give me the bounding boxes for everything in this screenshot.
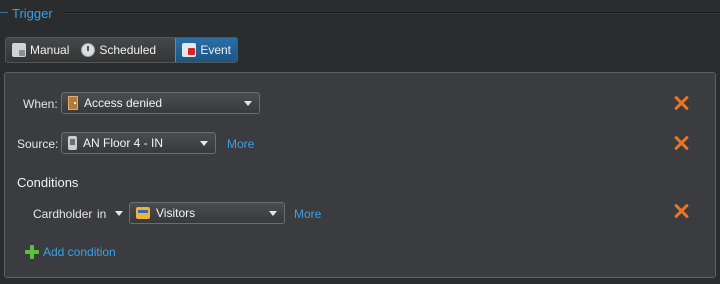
chevron-down-icon: [269, 211, 277, 216]
add-condition-link[interactable]: Add condition: [43, 245, 116, 259]
condition-value: Visitors: [156, 206, 196, 220]
door-icon: [68, 96, 78, 110]
add-icon[interactable]: [25, 245, 39, 259]
mode-manual-label: Manual: [30, 43, 70, 57]
section-rule-right: [64, 12, 720, 14]
source-value: AN Floor 4 - IN: [83, 136, 164, 150]
remove-condition-button[interactable]: [673, 203, 689, 219]
section-title: Trigger: [12, 6, 53, 21]
trigger-panel: When: Access denied Source: AN Floor 4 -…: [4, 72, 716, 278]
condition-operator[interactable]: in: [97, 207, 106, 221]
scheduled-icon: [81, 43, 96, 57]
mode-scheduled-button[interactable]: Scheduled: [75, 38, 162, 62]
trigger-mode-toggle: Manual Scheduled Event: [5, 37, 238, 63]
mode-event-button[interactable]: Event: [175, 38, 237, 62]
mode-event-label: Event: [200, 43, 231, 57]
chevron-down-icon: [244, 101, 252, 106]
conditions-heading: Conditions: [17, 175, 79, 190]
chevron-down-icon[interactable]: [115, 211, 123, 216]
reader-icon: [68, 136, 77, 150]
when-label: When:: [23, 97, 58, 111]
remove-source-button[interactable]: [673, 135, 689, 151]
chevron-down-icon: [200, 141, 208, 146]
condition-more-link[interactable]: More: [294, 207, 321, 221]
event-icon: [182, 43, 197, 57]
condition-field-label: Cardholder: [33, 207, 93, 221]
source-more-link[interactable]: More: [227, 137, 254, 151]
source-dropdown[interactable]: AN Floor 4 - IN: [61, 132, 216, 154]
mode-scheduled-label: Scheduled: [99, 43, 157, 57]
when-dropdown[interactable]: Access denied: [61, 92, 260, 114]
section-rule-left: [0, 12, 8, 13]
mode-manual-button[interactable]: Manual: [6, 38, 75, 62]
when-value: Access denied: [84, 96, 163, 110]
source-label: Source:: [17, 137, 59, 151]
condition-value-dropdown[interactable]: Visitors: [129, 202, 285, 224]
remove-when-button[interactable]: [673, 95, 689, 111]
visitors-icon: [136, 207, 150, 219]
manual-icon: [12, 43, 26, 57]
